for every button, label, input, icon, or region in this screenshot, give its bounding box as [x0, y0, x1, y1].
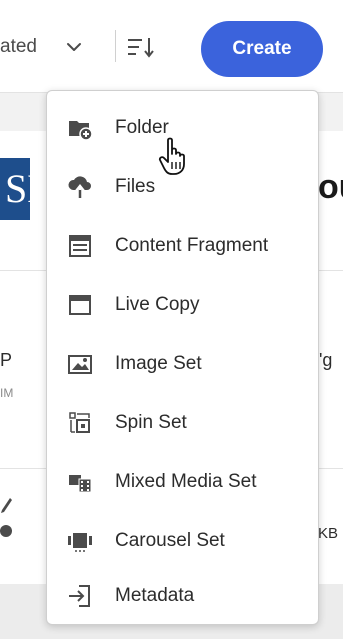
menu-item-label: Files [115, 176, 156, 197]
pencil-icon [1, 498, 12, 513]
sort-order-icon[interactable] [127, 36, 157, 58]
mixed-media-set-icon [69, 475, 92, 493]
asset-type: IM [0, 386, 14, 400]
chevron-down-icon[interactable] [64, 37, 84, 57]
hand-pointer-icon [158, 137, 185, 175]
menu-item-carousel-set[interactable]: Carousel Set [47, 512, 318, 570]
folder-add-icon [69, 121, 93, 141]
spin-set-icon [69, 412, 90, 433]
menu-item-image-set[interactable]: Image Set [47, 335, 318, 393]
page: SH ou P IM 'g KB ated Create [0, 0, 343, 639]
asset-title: ou [318, 168, 343, 206]
carousel-set-icon [68, 533, 92, 552]
menu-item-live-copy[interactable]: Live Copy [47, 276, 318, 334]
menu-item-label: Metadata [115, 585, 195, 606]
asset-thumbnail[interactable]: SH [0, 158, 30, 220]
toolbar-divider [115, 30, 116, 62]
metadata-import-icon [69, 585, 90, 607]
menu-item-metadata[interactable]: Metadata [47, 567, 318, 625]
cloud-upload-icon [68, 176, 91, 198]
create-button[interactable]: Create [201, 21, 323, 77]
asset-name: P [0, 350, 13, 370]
menu-item-label: Image Set [115, 353, 202, 374]
menu-item-content-fragment[interactable]: Content Fragment [47, 217, 318, 275]
action-toolbar: ated Create [0, 0, 343, 93]
globe-icon [0, 525, 12, 537]
menu-item-spin-set[interactable]: Spin Set [47, 394, 318, 452]
menu-item-label: Live Copy [115, 294, 200, 315]
live-copy-icon [69, 295, 91, 315]
image-set-icon [68, 355, 92, 374]
menu-item-label: Content Fragment [115, 235, 269, 256]
menu-item-label: Mixed Media Set [115, 471, 257, 492]
content-fragment-icon [69, 235, 91, 257]
menu-item-mixed-media-set[interactable]: Mixed Media Set [47, 453, 318, 511]
menu-item-label: Spin Set [115, 412, 187, 433]
sort-dropdown-label[interactable]: ated [0, 36, 37, 58]
asset-size: KB [318, 525, 339, 542]
menu-item-label: Carousel Set [115, 530, 225, 551]
asset-filename: 'g [319, 350, 333, 370]
